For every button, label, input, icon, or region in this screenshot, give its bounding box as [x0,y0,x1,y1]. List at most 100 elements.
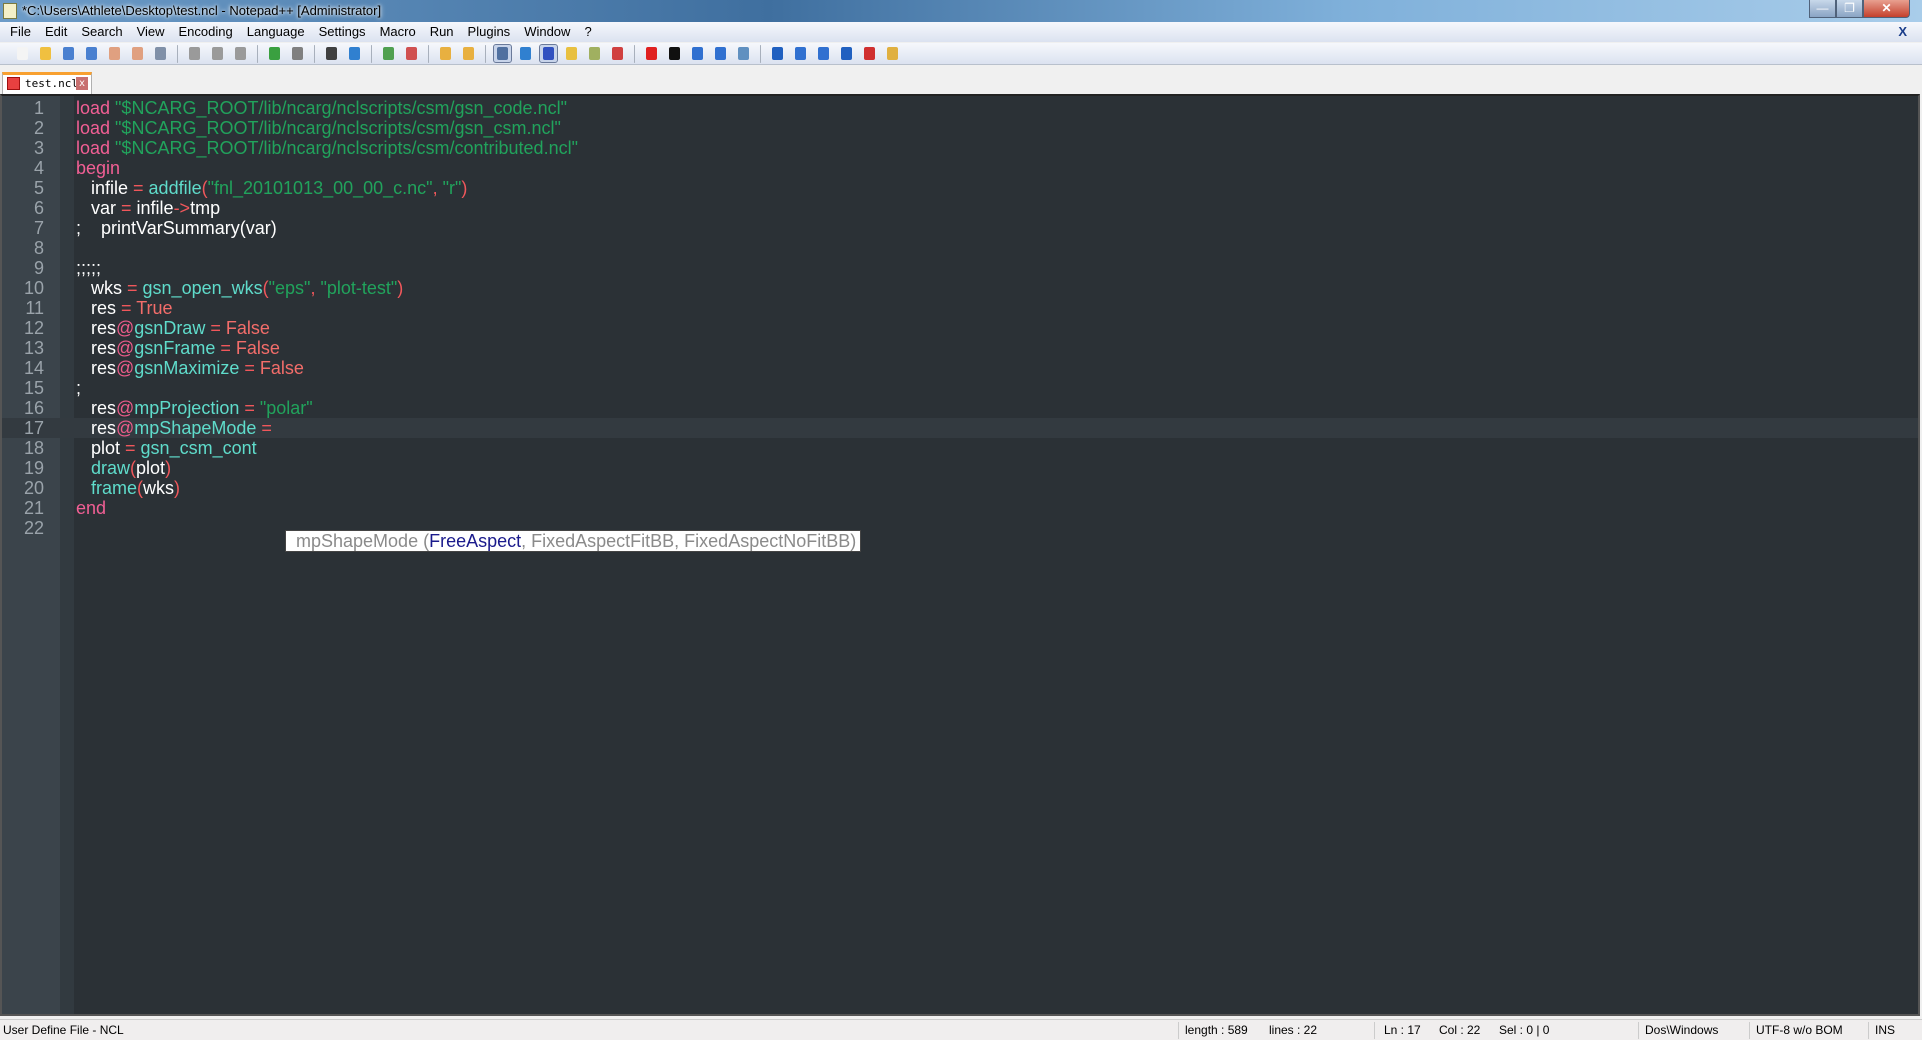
code-line[interactable]: 9;;;;; [2,258,1918,278]
save-macro-icon[interactable] [735,45,752,62]
play-macro-icon[interactable] [689,45,706,62]
token-op: = [239,358,260,378]
code-line[interactable]: 15; [2,378,1918,398]
zoom-in-icon[interactable] [380,45,397,62]
code-line[interactable]: 8 [2,238,1918,258]
token-id: res [76,318,117,338]
status-length: length : 589 [1185,1023,1248,1037]
paste-icon[interactable] [232,45,249,62]
maximize-button[interactable]: ❐ [1836,0,1863,18]
tab-test-ncl[interactable]: test.ncl x [2,72,92,94]
spell-check-icon[interactable] [861,45,878,62]
sync-vertical-icon[interactable] [437,45,454,62]
code-line[interactable]: 6 var = infile->tmp [2,198,1918,218]
token-id: plot [136,458,166,478]
status-eol: Dos\Windows [1645,1023,1719,1037]
code-line[interactable]: 14 res@gsnMaximize = False [2,358,1918,378]
copy-icon[interactable] [209,45,226,62]
token-at: @ [116,318,135,338]
menu-help[interactable]: ? [577,22,598,42]
calltip-rest: , FixedAspectFitBB, FixedAspectNoFitBB) [521,531,857,551]
new-file-icon[interactable] [14,45,31,62]
menu-macro[interactable]: Macro [373,22,423,42]
token-id: var [76,198,122,218]
close-all-icon[interactable] [129,45,146,62]
menu-window[interactable]: Window [517,22,577,42]
line-number: 12 [23,318,44,338]
print-icon[interactable] [152,45,169,62]
menu-file[interactable]: File [3,22,38,42]
line-number: 7 [33,218,44,238]
open-file-icon[interactable] [37,45,54,62]
user-language-icon[interactable] [563,45,580,62]
calltip-prefix: mpShapeMode ( [296,531,430,551]
code-line[interactable]: 3 load "$NCARG_ROOT/lib/ncarg/nclscripts/… [2,138,1918,158]
code-line[interactable]: 10 wks = gsn_open_wks("eps", "plot-test"… [2,278,1918,298]
menu-encoding[interactable]: Encoding [172,22,240,42]
line-number: 18 [23,438,44,458]
token-op: = [125,438,141,458]
code-line[interactable]: 16 res@mpProjection = "polar" [2,398,1918,418]
code-line[interactable]: 20 frame(wks) [2,478,1918,498]
code-line[interactable]: 21 end [2,498,1918,518]
code-line[interactable]: 12 res@gsnDraw = False [2,318,1918,338]
close-document-button[interactable]: X [1891,22,1914,42]
save-icon[interactable] [60,45,77,62]
token-kw: load [76,98,116,118]
minimize-button[interactable]: — [1809,0,1836,18]
code-line[interactable]: 19 draw(plot) [2,458,1918,478]
token-fn: mpShapeMode [134,418,257,438]
code-text: wks = gsn_open_wks("eps", "plot-test") [76,278,403,298]
token-op: = [121,198,137,218]
code-line[interactable]: 4 begin [2,158,1918,178]
replace-icon[interactable] [346,45,363,62]
line-number: 2 [33,118,44,138]
function-list-icon[interactable] [609,45,626,62]
menu-view[interactable]: View [130,22,172,42]
menu-settings[interactable]: Settings [312,22,373,42]
stop-record-icon[interactable] [666,45,683,62]
previous-icon[interactable] [792,45,809,62]
menu-search[interactable]: Search [74,22,129,42]
collapse-all-icon[interactable] [769,45,786,62]
token-bool: False [225,318,270,338]
menu-edit[interactable]: Edit [38,22,74,42]
expand-all-icon[interactable] [838,45,855,62]
save-all-icon[interactable] [83,45,100,62]
code-line[interactable]: 7 ; printVarSummary(var) [2,218,1918,238]
token-id: res [76,298,122,318]
menu-language[interactable]: Language [240,22,312,42]
record-macro-icon[interactable] [643,45,660,62]
code-line[interactable]: 17 res@mpShapeMode = [2,418,1918,438]
code-editor[interactable]: 1 load "$NCARG_ROOT/lib/ncarg/nclscripts/… [0,94,1920,1016]
plugin-admin-icon[interactable] [884,45,901,62]
find-icon[interactable] [323,45,340,62]
cut-icon[interactable] [186,45,203,62]
show-all-chars-icon[interactable] [517,45,534,62]
tab-close-button[interactable]: x [76,77,88,90]
sync-horizontal-icon[interactable] [460,45,477,62]
menu-run[interactable]: Run [423,22,461,42]
code-line[interactable]: 18 plot = gsn_csm_cont [2,438,1918,458]
zoom-out-icon[interactable] [403,45,420,62]
word-wrap-icon[interactable] [493,44,512,63]
code-text: load "$NCARG_ROOT/lib/ncarg/nclscripts/c… [76,138,578,158]
indent-guide-icon[interactable] [539,44,558,63]
status-ln: Ln : 17 [1384,1023,1421,1037]
code-line[interactable]: 11 res = True [2,298,1918,318]
code-line[interactable]: 5 infile = addfile("fnl_20101013_00_00_c… [2,178,1918,198]
code-line[interactable]: 1 load "$NCARG_ROOT/lib/ncarg/nclscripts/… [2,98,1918,118]
code-text: infile = addfile("fnl_20101013_00_00_c.n… [76,178,467,198]
token-str: "r" [442,178,462,198]
undo-icon[interactable] [266,45,283,62]
redo-icon[interactable] [289,45,306,62]
doc-map-icon[interactable] [586,45,603,62]
close-window-button[interactable]: ✕ [1863,0,1910,18]
run-macro-multiple-icon[interactable] [712,45,729,62]
code-line[interactable]: 2 load "$NCARG_ROOT/lib/ncarg/nclscripts/… [2,118,1918,138]
close-icon[interactable] [106,45,123,62]
code-line[interactable]: 13 res@gsnFrame = False [2,338,1918,358]
next-icon[interactable] [815,45,832,62]
line-number: 11 [25,298,44,318]
menu-plugins[interactable]: Plugins [461,22,518,42]
